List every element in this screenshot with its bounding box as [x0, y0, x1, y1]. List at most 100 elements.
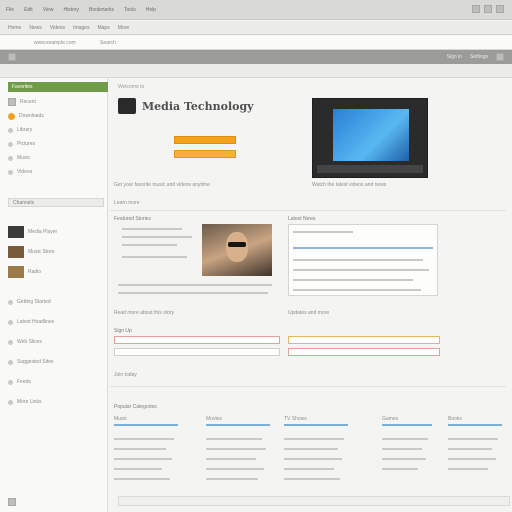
- featured-photo[interactable]: [202, 224, 272, 276]
- search-field[interactable]: Search: [100, 40, 116, 46]
- text-line: [206, 458, 256, 460]
- download-button[interactable]: [174, 136, 236, 144]
- menu-item[interactable]: Edit: [24, 7, 33, 13]
- close-icon[interactable]: [496, 5, 504, 13]
- menu-item[interactable]: Tools: [124, 7, 136, 13]
- link-item[interactable]: Getting Started: [8, 298, 51, 306]
- featured-caption[interactable]: Read more about this story: [114, 310, 174, 316]
- link-label: More Links: [17, 399, 42, 405]
- sidebar-item[interactable]: Recent: [8, 98, 36, 106]
- text-line: [448, 438, 498, 440]
- text-line: [114, 468, 162, 470]
- sidebar-item[interactable]: Library: [8, 126, 32, 134]
- text-line: [206, 448, 266, 450]
- col-header[interactable]: Music: [114, 416, 127, 422]
- learn-more-button[interactable]: [174, 150, 236, 158]
- text-line: [293, 247, 433, 249]
- folder-icon: [8, 98, 16, 106]
- tab-more[interactable]: More: [118, 25, 129, 31]
- sidebar-section-channels[interactable]: Channels: [8, 198, 104, 207]
- channel-item[interactable]: Media Player: [8, 226, 58, 238]
- tab-news[interactable]: News: [29, 25, 42, 31]
- face: [226, 232, 248, 262]
- minimize-icon[interactable]: [472, 5, 480, 13]
- email-field[interactable]: [114, 348, 280, 356]
- text-line: [206, 478, 258, 480]
- menu-item[interactable]: Help: [146, 7, 156, 13]
- text-line: [114, 458, 172, 460]
- text-line: [448, 448, 492, 450]
- divider: [110, 386, 506, 387]
- sidebar: Favorites Recent Downloads Library Pictu…: [0, 78, 108, 512]
- sidebar-header[interactable]: Favorites: [8, 82, 108, 92]
- circle-icon: [8, 141, 13, 147]
- tab-maps[interactable]: Maps: [97, 25, 109, 31]
- sidebar-item[interactable]: Downloads: [8, 112, 44, 120]
- sign-in-link[interactable]: Sign in: [447, 54, 462, 60]
- home-icon[interactable]: [8, 53, 16, 61]
- text-line: [114, 478, 170, 480]
- text-line: [206, 438, 262, 440]
- col-header[interactable]: Books: [448, 416, 462, 422]
- text-line: [382, 438, 428, 440]
- sidebar-item[interactable]: Videos: [8, 168, 32, 176]
- tab-videos[interactable]: Videos: [50, 25, 65, 31]
- col-rule: [382, 424, 432, 426]
- sidebar-item[interactable]: Pictures: [8, 140, 35, 148]
- menu-item[interactable]: View: [43, 7, 54, 13]
- promo-caption: Get your favorite music and videos anyti…: [114, 182, 210, 188]
- circle-icon: [8, 379, 13, 385]
- news-box: [288, 224, 438, 296]
- text-line: [114, 448, 166, 450]
- link-item[interactable]: Latest Headlines: [8, 318, 54, 326]
- menu-item[interactable]: History: [63, 7, 79, 13]
- media-player-screenshot: [312, 98, 428, 178]
- menu-item[interactable]: Bookmarks: [89, 7, 114, 13]
- url-field[interactable]: www.example.com: [34, 40, 76, 46]
- text-line: [284, 468, 334, 470]
- text-line: [382, 448, 422, 450]
- circle-icon: [8, 359, 13, 365]
- tab-home[interactable]: Home: [8, 25, 21, 31]
- text-line: [284, 458, 342, 460]
- ribbon: [0, 64, 512, 78]
- sidebar-item-label: Recent: [20, 99, 36, 105]
- text-line: [118, 284, 272, 286]
- text-line: [284, 448, 338, 450]
- text-line: [284, 438, 344, 440]
- channel-label: Radio: [28, 269, 42, 275]
- text-line: [284, 478, 340, 480]
- sidebar-item[interactable]: Music: [8, 154, 30, 162]
- featured-title: Featured Stories: [114, 216, 151, 222]
- link-item[interactable]: Suggested Sites: [8, 358, 53, 366]
- channel-label: Media Player: [28, 229, 58, 235]
- channel-item[interactable]: Radio: [8, 266, 42, 278]
- col-header[interactable]: Games: [382, 416, 398, 422]
- search-input[interactable]: [288, 336, 440, 344]
- sidebar-item-label: Videos: [17, 169, 33, 175]
- circle-icon: [8, 319, 13, 325]
- thumbnail-icon: [8, 246, 24, 258]
- channel-item[interactable]: Music Store: [8, 246, 54, 258]
- toolbar: Sign in Settings: [0, 50, 512, 64]
- settings-link[interactable]: Settings: [470, 54, 488, 60]
- col-header[interactable]: TV Shows: [284, 416, 307, 422]
- promo-link[interactable]: Learn more: [114, 200, 140, 206]
- bottom-title: Popular Categories: [114, 404, 157, 410]
- sidebar-item-label: Music: [17, 155, 31, 161]
- zip-field[interactable]: [288, 348, 440, 356]
- link-item[interactable]: Feeds: [8, 378, 31, 386]
- link-item[interactable]: Web Slices: [8, 338, 42, 346]
- link-item[interactable]: More Links: [8, 398, 41, 406]
- maximize-icon[interactable]: [484, 5, 492, 13]
- form-title: Sign Up: [114, 328, 132, 334]
- hero-label: Welcome to: [118, 84, 145, 90]
- text-line: [448, 468, 488, 470]
- link-label: Web Slices: [17, 339, 42, 345]
- tab-images[interactable]: Images: [73, 25, 89, 31]
- menu-item[interactable]: File: [6, 7, 14, 13]
- circle-icon: [8, 399, 13, 405]
- name-field[interactable]: [114, 336, 280, 344]
- col-header[interactable]: Movies: [206, 416, 222, 422]
- gear-icon[interactable]: [496, 53, 504, 61]
